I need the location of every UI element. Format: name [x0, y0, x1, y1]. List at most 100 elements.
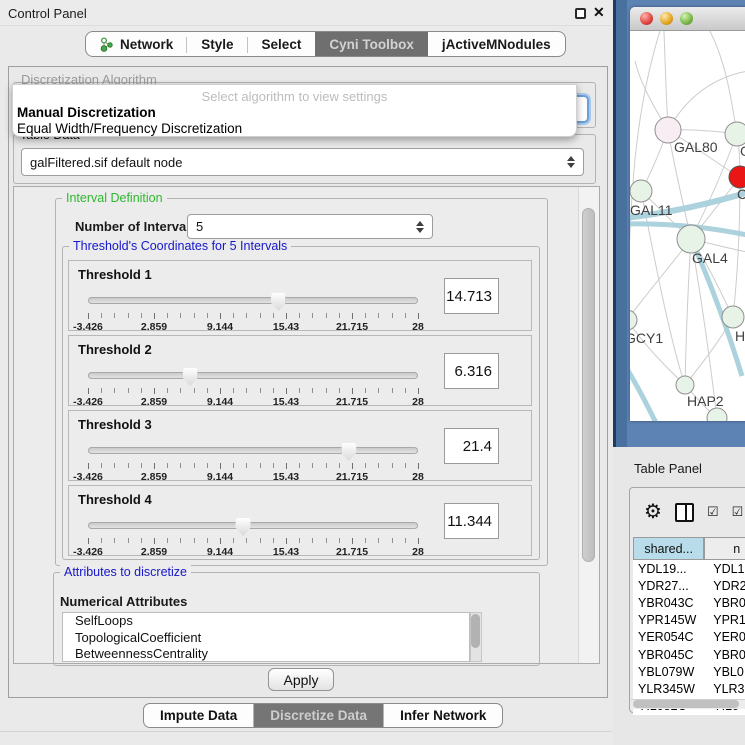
name-cell[interactable]: YPR1	[705, 612, 745, 629]
tab-network[interactable]: Network	[86, 32, 187, 56]
threshold-slider[interactable]: -3.4262.8599.14415.4321.71528	[88, 443, 420, 477]
attributes-group-title: Attributes to discretize	[60, 565, 191, 579]
network-node[interactable]	[630, 310, 637, 330]
tab-impute-data[interactable]: Impute Data	[144, 704, 254, 727]
interval-definition-title: Interval Definition	[62, 191, 167, 205]
gear-icon[interactable]: ⚙	[644, 502, 662, 522]
shared-name-cell[interactable]: YBR043C	[633, 594, 705, 611]
tab-discretize-data[interactable]: Discretize Data	[254, 704, 384, 727]
tab-style-label: Style	[201, 37, 233, 52]
name-cell[interactable]: YLR3	[705, 680, 745, 697]
name-cell[interactable]: YBL0	[705, 663, 745, 680]
name-cell[interactable]: YER0	[705, 629, 745, 646]
close-icon[interactable]: ✕	[593, 4, 605, 21]
tab-infer-network[interactable]: Infer Network	[384, 704, 502, 727]
table-row[interactable]: YBR043CYBR0	[633, 594, 745, 611]
shared-name-cell[interactable]: YBL079W	[633, 663, 705, 680]
table-row[interactable]: YBR045CYBR0	[633, 646, 745, 663]
minimize-traffic-light-icon[interactable]	[660, 12, 673, 25]
column-header-shared-name[interactable]: shared...	[633, 537, 704, 560]
network-view-canvas[interactable]: GAL80GACGAL11GAL4GCY1HHAP2	[630, 31, 745, 421]
apply-button[interactable]: Apply	[268, 668, 334, 691]
table-panel-title: Table Panel	[634, 461, 702, 476]
table-data-combobox[interactable]: galFiltered.sif default node	[21, 148, 584, 176]
threshold-slider[interactable]: -3.4262.8599.14415.4321.71528	[88, 518, 420, 552]
slider-tick-labels: -3.4262.8599.14415.4321.71528	[88, 471, 418, 483]
table-row[interactable]: YBL079WYBL0	[633, 663, 745, 680]
slider-track[interactable]	[88, 522, 418, 529]
vertical-scrollbar-thumb[interactable]	[582, 208, 595, 562]
threshold-label: Threshold 2	[78, 342, 152, 357]
network-node-label: GCY1	[630, 330, 663, 346]
slider-thumb[interactable]	[236, 518, 251, 536]
shared-name-cell[interactable]: YPR145W	[633, 612, 705, 629]
slider-thumb[interactable]	[183, 368, 198, 386]
threshold-value-field[interactable]: 21.4	[444, 428, 499, 464]
slider-ticks	[88, 313, 418, 319]
threshold-value-field[interactable]: 11.344	[444, 503, 499, 539]
threshold-value-field[interactable]: 6.316	[444, 353, 499, 389]
table-row[interactable]: YDR27...YDR2	[633, 577, 745, 594]
slider-track[interactable]	[88, 447, 418, 454]
tab-jactivemnodules[interactable]: jActiveMNodules	[428, 32, 565, 56]
table-row[interactable]: YPR145WYPR1	[633, 612, 745, 629]
shared-name-cell[interactable]: YER054C	[633, 629, 705, 646]
network-node[interactable]	[722, 306, 744, 328]
network-node[interactable]	[707, 408, 727, 421]
shared-name-cell[interactable]: YLR345W	[633, 680, 705, 697]
algorithm-option-manual[interactable]: Manual Discretization	[17, 105, 156, 120]
network-node-label: C	[737, 186, 745, 202]
table-row[interactable]: YDL19...YDL1	[633, 560, 745, 577]
name-cell[interactable]: YBR0	[705, 594, 745, 611]
attribute-list-item[interactable]: BetweennessCentrality	[63, 646, 469, 662]
threshold-3-box: Threshold 3-3.4262.8599.14415.4321.71528…	[68, 410, 532, 481]
number-of-intervals-combobox[interactable]: 5	[187, 214, 433, 239]
stepper-icon	[412, 221, 428, 233]
numerical-attributes-list[interactable]: SelfLoopsTopologicalCoefficientBetweenne…	[62, 612, 470, 662]
shared-name-cell[interactable]: YDR27...	[633, 577, 705, 594]
network-node[interactable]	[729, 166, 745, 188]
threshold-value-field[interactable]: 14.713	[444, 278, 499, 314]
network-node[interactable]	[630, 180, 652, 202]
threshold-1-box: Threshold 1 -3.4262.8599.14415.4321.71528…	[68, 260, 532, 331]
attributes-scrollbar-thumb[interactable]	[471, 614, 480, 648]
tab-network-label: Network	[120, 37, 173, 52]
slider-thumb[interactable]	[271, 293, 286, 311]
checkbox-icon[interactable]: ☑	[707, 504, 719, 520]
network-node[interactable]	[676, 376, 694, 394]
number-of-intervals-label: Number of Intervals	[75, 219, 197, 234]
name-cell[interactable]: YDR2	[705, 577, 745, 594]
network-window-titlebar[interactable]	[630, 7, 745, 31]
tab-cyni-toolbox[interactable]: Cyni Toolbox	[315, 32, 428, 56]
algorithm-option-equal-width[interactable]: Equal Width/Frequency Discretization	[17, 121, 242, 136]
network-icon	[100, 37, 113, 52]
column-header-name[interactable]: n	[704, 537, 745, 560]
shared-name-cell[interactable]: YDL19...	[633, 560, 705, 577]
name-cell[interactable]: YBR0	[705, 646, 745, 663]
float-window-icon[interactable]	[575, 8, 586, 19]
table-row[interactable]: YER054CYER0	[633, 629, 745, 646]
columns-icon[interactable]	[675, 503, 694, 522]
horizontal-scrollbar-thumb[interactable]	[633, 700, 739, 708]
threshold-label: Threshold 4	[78, 492, 152, 507]
name-cell[interactable]: YDL1	[705, 560, 745, 577]
shared-name-cell[interactable]: YBR045C	[633, 646, 705, 663]
algorithm-dropdown-popup: Select algorithm to view settings Manual…	[12, 84, 577, 137]
slider-track[interactable]	[88, 297, 418, 304]
threshold-label: Threshold 1	[78, 267, 152, 282]
slider-track[interactable]	[88, 372, 418, 379]
close-traffic-light-icon[interactable]	[640, 12, 653, 25]
tab-select[interactable]: Select	[248, 32, 316, 56]
checkbox-icon[interactable]: ☑	[732, 504, 744, 520]
network-node-label: GAL80	[674, 139, 718, 155]
network-node[interactable]	[677, 225, 705, 253]
threshold-slider[interactable]: -3.4262.8599.14415.4321.71528	[88, 368, 420, 402]
threshold-slider[interactable]: -3.4262.8599.14415.4321.71528	[88, 293, 420, 327]
attribute-list-item[interactable]: SelfLoops	[63, 613, 469, 630]
zoom-traffic-light-icon[interactable]	[680, 12, 693, 25]
algorithm-placeholder-option[interactable]: Select algorithm to view settings	[13, 89, 576, 104]
slider-thumb[interactable]	[341, 443, 356, 461]
table-row[interactable]: YLR345WYLR3	[633, 680, 745, 697]
tab-style[interactable]: Style	[187, 32, 247, 56]
attribute-list-item[interactable]: TopologicalCoefficient	[63, 630, 469, 647]
